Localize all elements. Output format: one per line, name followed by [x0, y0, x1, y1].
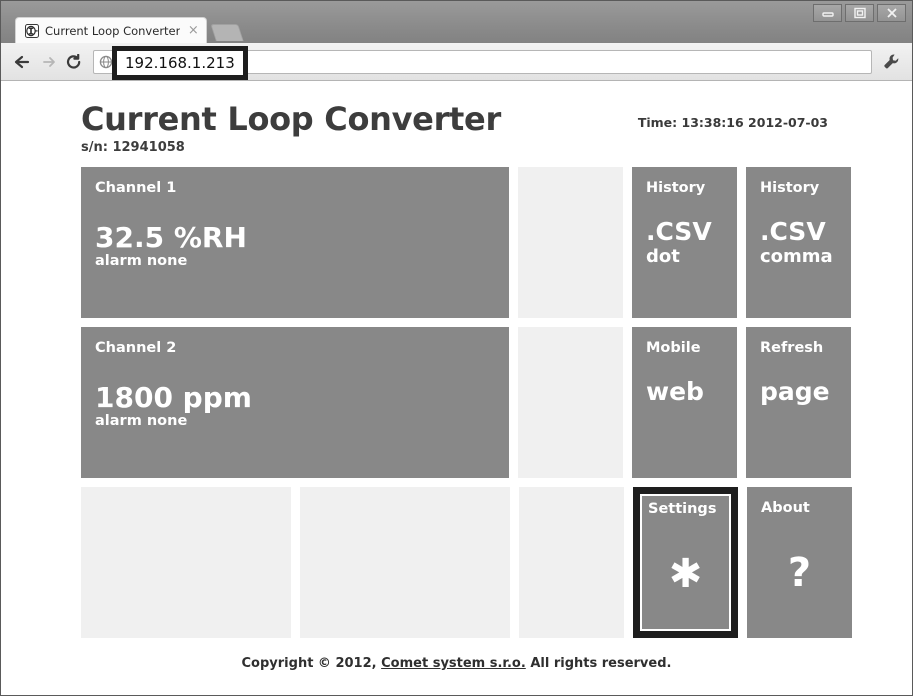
tile-grid: Channel 1 32.5 %RH alarm none History .C…	[1, 166, 912, 638]
maximize-icon[interactable]	[845, 4, 874, 22]
channel-2-tile[interactable]: Channel 2 1800 ppm alarm none	[81, 326, 509, 478]
asterisk-icon: ✱	[668, 550, 703, 597]
spacer-tile	[518, 166, 623, 318]
channel-2-label: Channel 2	[95, 339, 177, 356]
history-csv-dot-value: .CSV	[646, 216, 712, 246]
history-csv-dot-tile[interactable]: History .CSV dot	[632, 166, 737, 318]
tab-strip: Current Loop Converter ×	[15, 1, 245, 43]
mobile-web-value: web	[646, 376, 704, 406]
title-bar: Current Loop Converter ×	[1, 1, 912, 43]
about-label: About	[761, 499, 810, 516]
channel-1-tile[interactable]: Channel 1 32.5 %RH alarm none	[81, 166, 509, 318]
empty-tile	[81, 486, 291, 638]
back-button[interactable]	[9, 49, 35, 75]
forward-button[interactable]	[35, 49, 61, 75]
browser-tab[interactable]: Current Loop Converter ×	[15, 17, 208, 43]
reload-button[interactable]	[61, 49, 87, 75]
history-csv-dot-label: History	[646, 179, 706, 196]
page-viewport: Current Loop Converter s/n: 12941058 Tim…	[1, 81, 912, 695]
channel-2-alarm: alarm none	[95, 412, 188, 429]
empty-tile	[300, 486, 510, 638]
browser-window: Current Loop Converter × 192.168.1.213 C…	[0, 0, 913, 696]
window-controls	[813, 4, 906, 22]
comet-system-link[interactable]: Comet system s.r.o.	[381, 656, 526, 671]
history-csv-comma-sub: comma	[760, 245, 833, 267]
page-header: Current Loop Converter s/n: 12941058 Tim…	[1, 100, 912, 155]
refresh-page-label: Refresh	[760, 339, 824, 356]
history-csv-comma-label: History	[760, 179, 820, 196]
refresh-page-tile[interactable]: Refresh page	[746, 326, 851, 478]
channel-1-label: Channel 1	[95, 179, 177, 196]
settings-label: Settings	[648, 500, 717, 517]
question-mark-icon: ?	[787, 549, 812, 596]
channel-1-alarm: alarm none	[95, 252, 188, 269]
serial-number: s/n: 12941058	[81, 139, 185, 155]
close-icon[interactable]	[877, 4, 906, 22]
device-time: Time: 13:38:16 2012-07-03	[637, 115, 828, 130]
about-tile[interactable]: About ?	[747, 486, 852, 638]
mobile-web-label: Mobile	[646, 339, 701, 356]
converter-page: Current Loop Converter s/n: 12941058 Tim…	[1, 81, 912, 695]
channel-1-value: 32.5 %RH	[95, 220, 247, 254]
address-bar[interactable]: 192.168.1.213	[93, 45, 872, 80]
footer: Copyright © 2012, Comet system s.r.o. Al…	[1, 656, 912, 671]
tab-title: Current Loop Converter	[45, 23, 181, 38]
footer-prefix: Copyright © 2012,	[241, 655, 377, 671]
wrench-icon[interactable]	[878, 49, 904, 75]
minimize-icon[interactable]	[813, 4, 842, 22]
spacer-tile	[518, 326, 623, 478]
refresh-page-value: page	[760, 376, 830, 406]
history-csv-comma-tile[interactable]: History .CSV comma	[746, 166, 851, 318]
tile-row: Channel 2 1800 ppm alarm none Mobile web	[81, 326, 851, 478]
comet-logo-icon	[24, 23, 40, 39]
new-tab-button[interactable]	[210, 24, 245, 41]
tab-close-icon[interactable]: ×	[186, 24, 200, 38]
history-csv-comma-value: .CSV	[760, 216, 826, 246]
tile-row: Channel 1 32.5 %RH alarm none History .C…	[81, 166, 851, 318]
settings-tile[interactable]: Settings ✱	[633, 486, 738, 638]
page-title: Current Loop Converter	[81, 100, 501, 138]
history-csv-dot-sub: dot	[646, 245, 680, 267]
spacer-tile	[519, 486, 624, 638]
tile-row: Settings ✱ About ?	[81, 486, 852, 638]
url-input[interactable]: 192.168.1.213	[125, 54, 235, 72]
url-highlight-box: 192.168.1.213	[112, 45, 248, 80]
mobile-web-tile[interactable]: Mobile web	[632, 326, 737, 478]
channel-2-value: 1800 ppm	[95, 380, 252, 414]
browser-toolbar: 192.168.1.213	[1, 43, 912, 81]
footer-suffix: All rights reserved.	[530, 655, 672, 671]
